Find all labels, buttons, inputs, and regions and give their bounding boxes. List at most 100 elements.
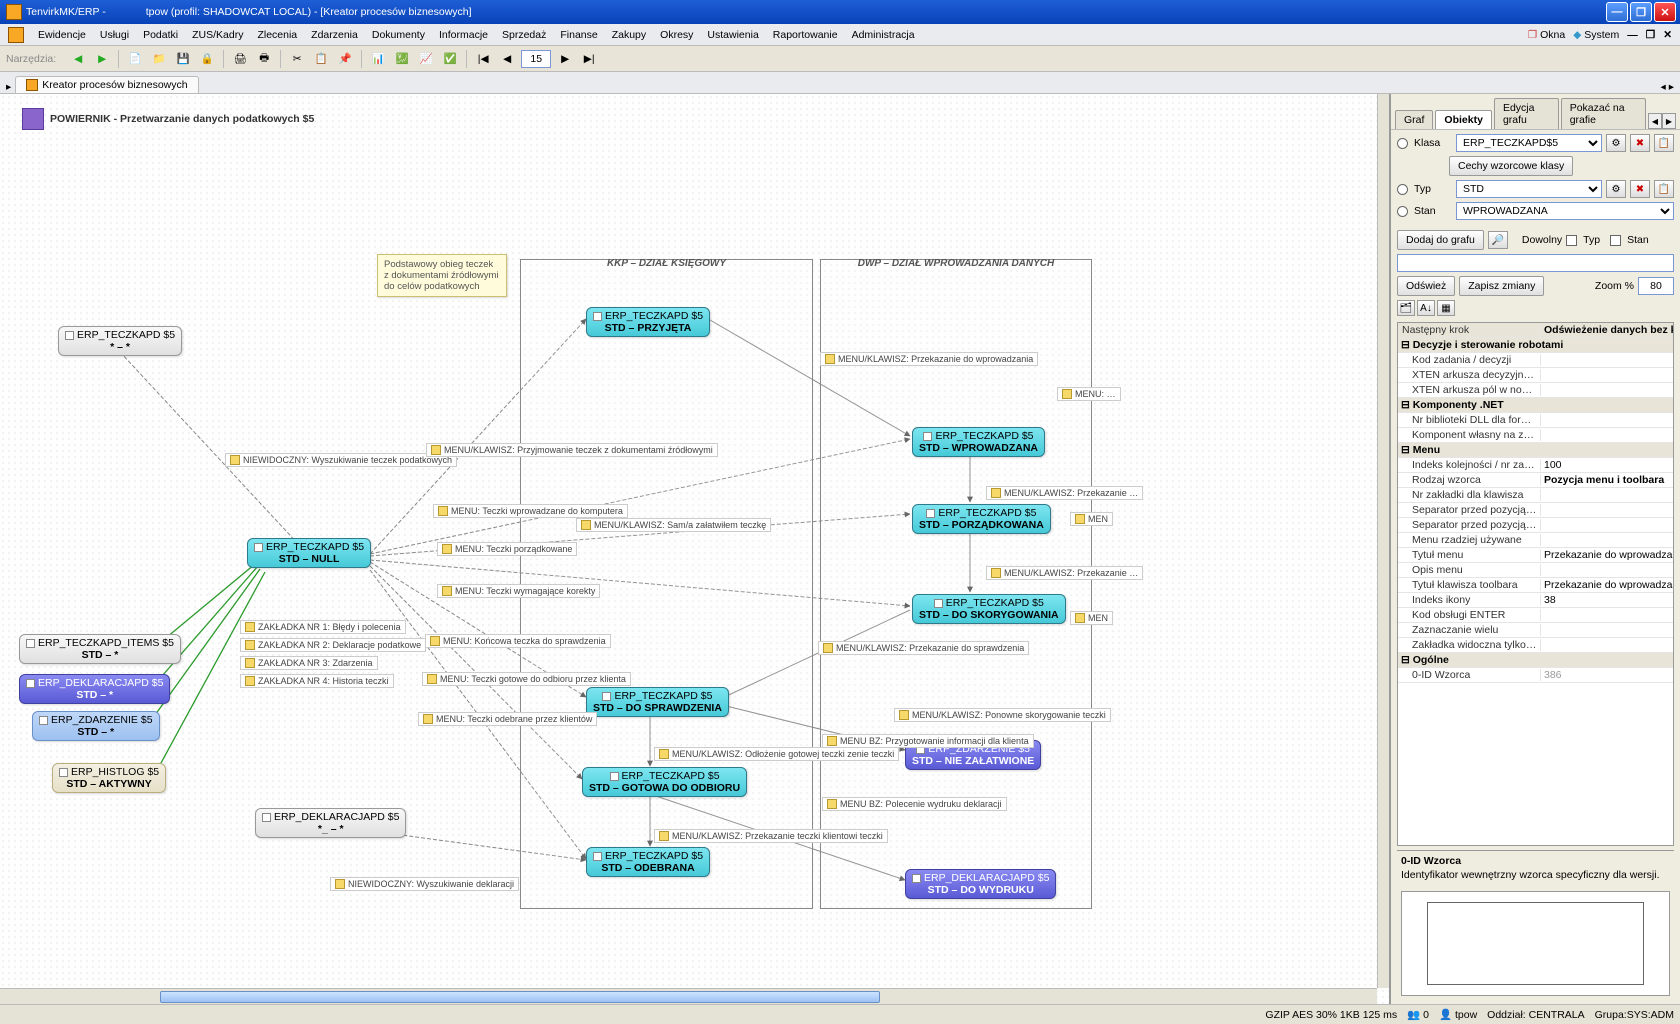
edge-label[interactable]: MENU: Teczki porządkowane [437, 542, 577, 556]
radio-stan[interactable] [1397, 206, 1408, 217]
edge-label[interactable]: MENU BZ: Polecenie wydruku deklaracji [822, 797, 1007, 811]
graph-node[interactable]: ERP_DEKLARACJAPD $5*_ – * [255, 808, 406, 838]
page-next-icon[interactable]: ▶ [555, 49, 575, 69]
odswiez-button[interactable]: Odśwież [1397, 276, 1455, 296]
chk-typ[interactable] [1566, 235, 1577, 246]
edge-label[interactable]: MENU/KLAWISZ: Przyjmowanie teczek z doku… [426, 443, 718, 457]
menu-dokumenty[interactable]: Dokumenty [366, 27, 431, 43]
menu-system[interactable]: ◆ System [1573, 29, 1619, 41]
klasa-select[interactable]: ERP_TECZKAPD$5 [1456, 134, 1602, 152]
edge-label[interactable]: MENU/KLAWISZ: Przekazanie do sprawdzenia [818, 641, 1029, 655]
mdi-minimize-icon[interactable]: — [1627, 29, 1638, 41]
process-canvas[interactable]: POWIERNIK - Przetwarzanie danych podatko… [0, 94, 1389, 1004]
dodaj-button[interactable]: Dodaj do grafu [1397, 230, 1484, 250]
graph-node[interactable]: ERP_TECZKAPD $5STD – NULL [247, 538, 371, 568]
edge-label[interactable]: NIEWIDOCZNY: Wyszukiwanie teczek podatko… [225, 453, 457, 467]
tabs-scroll-right-icon[interactable]: ▶ [1662, 113, 1676, 129]
typ-action3-icon[interactable]: 📋 [1654, 180, 1674, 198]
graph-node[interactable]: ERP_TECZKAPD $5STD – GOTOWA DO ODBIORU [582, 767, 747, 797]
tool-11-icon[interactable]: 💹 [392, 49, 412, 69]
tabs-scroll-left-icon[interactable]: ◀ [1648, 113, 1662, 129]
edge-label[interactable]: MENU/KLAWISZ: Sam/a załatwiłem teczkę [576, 518, 771, 532]
cechy-button[interactable]: Cechy wzorcowe klasy [1449, 156, 1573, 176]
close-button[interactable]: ✕ [1654, 2, 1676, 22]
typ-action1-icon[interactable]: ⚙ [1606, 180, 1626, 198]
edge-label[interactable]: MEN [1070, 611, 1113, 625]
graph-node[interactable]: ERP_TECZKAPD $5STD – ODEBRANA [586, 847, 710, 877]
tool-6-icon[interactable]: 🖶 [254, 49, 274, 69]
edge-label[interactable]: MENU: Teczki wymagające korekty [437, 584, 600, 598]
menu-finanse[interactable]: Finanse [554, 27, 603, 43]
page-last-icon[interactable]: ▶| [579, 49, 599, 69]
pg-sort-icon[interactable]: A↓ [1417, 300, 1435, 316]
tab-obiekty[interactable]: Obiekty [1435, 110, 1492, 129]
menu-raportowanie[interactable]: Raportowanie [767, 27, 844, 43]
edge-label[interactable]: MENU/KLAWISZ: Przekazanie … [986, 486, 1143, 500]
menu-zakupy[interactable]: Zakupy [606, 27, 652, 43]
radio-klasa[interactable] [1397, 138, 1408, 149]
tool-12-icon[interactable]: 📈 [416, 49, 436, 69]
tabstrip-right-chevron-icon[interactable]: ◂ ▸ [1661, 81, 1674, 93]
page-prev-icon[interactable]: ◀ [497, 49, 517, 69]
edge-label[interactable]: MENU/KLAWISZ: Przekazanie do wprowadzani… [820, 352, 1038, 366]
radio-typ[interactable] [1397, 184, 1408, 195]
canvas-vscroll[interactable] [1377, 94, 1389, 988]
overview-minimap[interactable] [1401, 891, 1670, 996]
edge-label[interactable]: MENU: Teczki wprowadzane do komputera [433, 504, 628, 518]
property-grid[interactable]: Następny krokOdświeżenie danych bez ko⊟ … [1397, 322, 1674, 846]
tool-10-icon[interactable]: 📊 [368, 49, 388, 69]
menu-zlecenia[interactable]: Zlecenia [251, 27, 303, 43]
menu-podatki[interactable]: Podatki [137, 27, 184, 43]
edge-label[interactable]: MENU/KLAWISZ: Odłożenie gotowej teczki z… [654, 747, 899, 761]
stan-select[interactable]: WPROWADZANA [1456, 202, 1674, 220]
tool-9-icon[interactable]: 📌 [335, 49, 355, 69]
graph-node[interactable]: ERP_TECZKAPD $5STD – WPROWADZANA [912, 427, 1045, 457]
tool-7-icon[interactable]: ✂ [287, 49, 307, 69]
edge-label[interactable]: ZAKŁADKA NR 3: Zdarzenia [240, 656, 378, 670]
menu-zus-kadry[interactable]: ZUS/Kadry [186, 27, 249, 43]
edge-label[interactable]: MENU/KLAWISZ: Przekazanie … [986, 566, 1143, 580]
graph-node[interactable]: ERP_ZDARZENIE $5STD – * [32, 711, 160, 741]
menu-okresy[interactable]: Okresy [654, 27, 699, 43]
tool-8-icon[interactable]: 📋 [311, 49, 331, 69]
tool-13-icon[interactable]: ✅ [440, 49, 460, 69]
graph-node[interactable]: ERP_TECZKAPD_ITEMS $5STD – * [19, 634, 181, 664]
menu-administracja[interactable]: Administracja [846, 27, 921, 43]
tool-2-icon[interactable]: 📁 [149, 49, 169, 69]
graph-node[interactable]: ERP_TECZKAPD $5STD – DO SPRAWDZENIA [586, 687, 729, 717]
klasa-action1-icon[interactable]: ⚙ [1606, 134, 1626, 152]
page-first-icon[interactable]: |◀ [473, 49, 493, 69]
menu-uslugi[interactable]: Usługi [94, 27, 135, 43]
tool-1-icon[interactable]: 📄 [125, 49, 145, 69]
zoom-input[interactable] [1638, 277, 1674, 295]
menu-zdarzenia[interactable]: Zdarzenia [305, 27, 364, 43]
minimize-button[interactable]: — [1606, 2, 1628, 22]
tool-5-icon[interactable]: 🖨 [230, 49, 250, 69]
typ-action2-icon[interactable]: ✖ [1630, 180, 1650, 198]
canvas-hscroll[interactable] [0, 988, 1377, 1004]
pg-cat-icon[interactable]: 🗂 [1397, 300, 1415, 316]
tool-back-icon[interactable]: ◀ [68, 49, 88, 69]
klasa-action3-icon[interactable]: 📋 [1654, 134, 1674, 152]
klasa-action2-icon[interactable]: ✖ [1630, 134, 1650, 152]
tab-edycja[interactable]: Edycja grafu [1494, 98, 1559, 129]
binoculars-icon[interactable]: 🔎 [1488, 231, 1508, 249]
tool-3-icon[interactable]: 💾 [173, 49, 193, 69]
filter-input[interactable] [1397, 254, 1674, 272]
menu-ustawienia[interactable]: Ustawienia [701, 27, 764, 43]
chk-stan[interactable] [1610, 235, 1621, 246]
edge-label[interactable]: MENU: Teczki odebrane przez klientów [418, 712, 597, 726]
menu-sprzedaz[interactable]: Sprzedaż [496, 27, 552, 43]
edge-label[interactable]: ZAKŁADKA NR 4: Historia teczki [240, 674, 394, 688]
pg-views-icon[interactable]: ▦ [1437, 300, 1455, 316]
menu-okna[interactable]: ❐ Okna [1528, 29, 1565, 41]
edge-label[interactable]: MENU: … [1057, 387, 1121, 401]
graph-node[interactable]: ERP_TECZKAPD $5STD – PORZĄDKOWANA [912, 504, 1051, 534]
maximize-button[interactable]: ❐ [1630, 2, 1652, 22]
edge-label[interactable]: NIEWIDOCZNY: Wyszukiwanie deklaracji [330, 877, 519, 891]
edge-label[interactable]: MENU/KLAWISZ: Przekazanie teczki kliento… [654, 829, 888, 843]
graph-node[interactable]: ERP_TECZKAPD $5* – * [58, 326, 182, 356]
graph-node[interactable]: ERP_TECZKAPD $5STD – PRZYJĘTA [586, 307, 710, 337]
typ-select[interactable]: STD [1456, 180, 1602, 198]
graph-node[interactable]: ERP_DEKLARACJAPD $5STD – DO WYDRUKU [905, 869, 1056, 899]
